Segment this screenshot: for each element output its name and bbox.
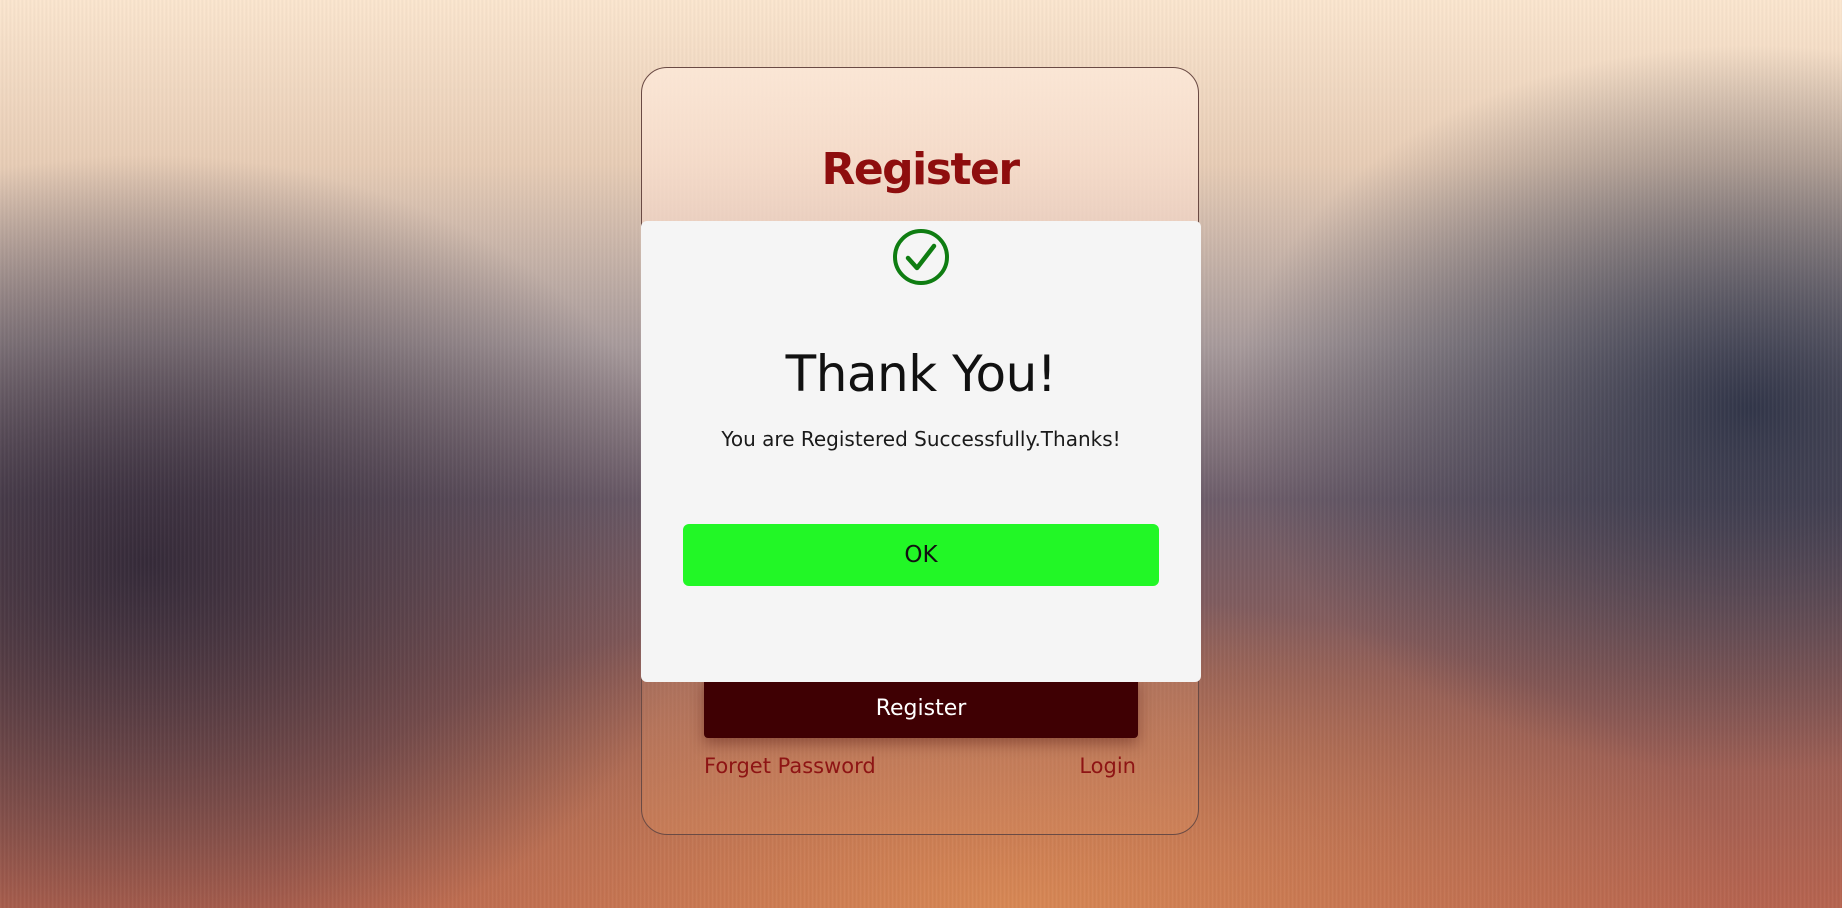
ok-button[interactable]: OK <box>683 524 1159 586</box>
login-link[interactable]: Login <box>1079 754 1136 778</box>
success-modal: Thank You! You are Registered Successful… <box>641 221 1201 682</box>
check-circle-icon <box>893 229 949 285</box>
register-button[interactable]: Register <box>704 678 1138 738</box>
register-title: Register <box>821 144 1020 195</box>
modal-message: You are Registered Successfully.Thanks! <box>721 427 1121 451</box>
modal-title: Thank You! <box>785 345 1057 403</box>
forget-password-link[interactable]: Forget Password <box>704 754 876 778</box>
